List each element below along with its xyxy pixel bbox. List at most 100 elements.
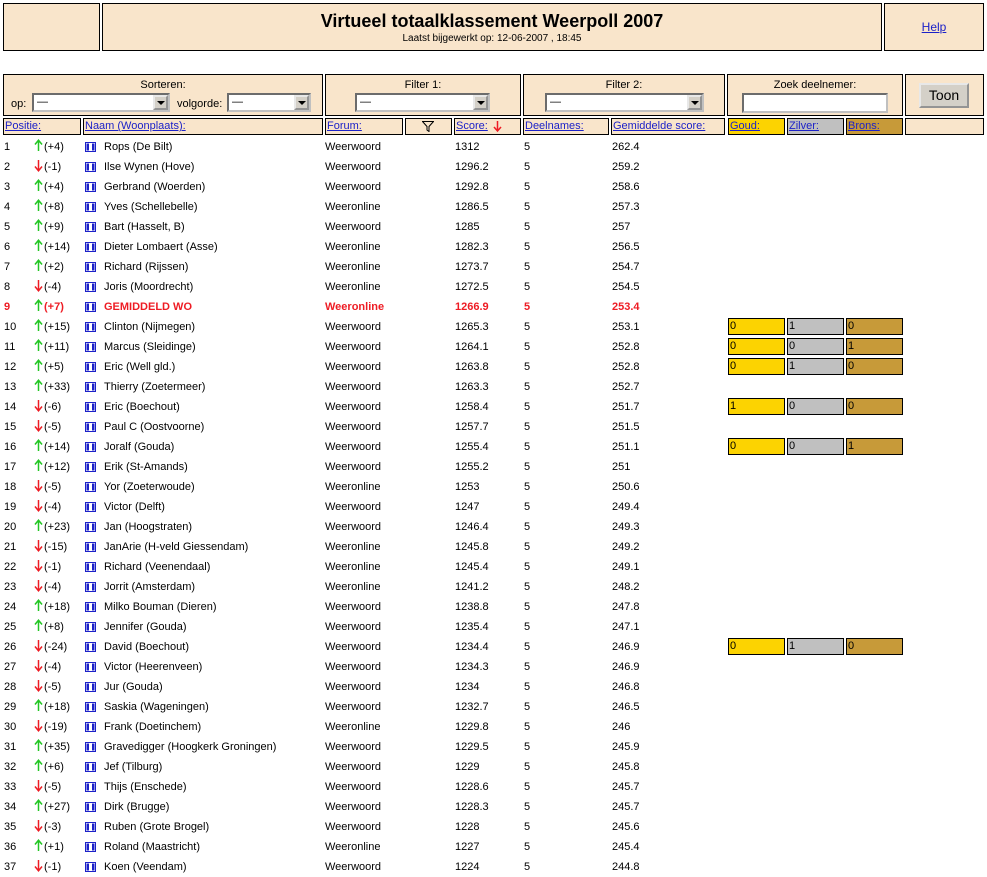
profile-icon[interactable] bbox=[85, 582, 96, 595]
profile-icon[interactable] bbox=[85, 742, 96, 755]
row-name: Richard (Rijssen) bbox=[104, 261, 189, 273]
profile-icon[interactable] bbox=[85, 282, 96, 295]
profile-icon[interactable] bbox=[85, 602, 96, 615]
profile-icon[interactable] bbox=[85, 222, 96, 235]
profile-icon[interactable] bbox=[85, 702, 96, 715]
col-naam-label[interactable]: Naam (Woonplaats): bbox=[85, 120, 186, 132]
profile-icon[interactable] bbox=[85, 862, 96, 875]
row-forum: Weeronline bbox=[325, 281, 381, 293]
profile-icon[interactable] bbox=[85, 562, 96, 575]
profile-icon[interactable] bbox=[85, 822, 96, 835]
profile-icon[interactable] bbox=[85, 242, 96, 255]
sort-field-select[interactable]: — bbox=[32, 93, 170, 112]
col-header-naam[interactable]: Naam (Woonplaats): bbox=[83, 118, 323, 135]
filter2-label: Filter 2: bbox=[605, 79, 643, 91]
col-header-forum[interactable]: Forum: bbox=[325, 118, 403, 135]
profile-icon[interactable] bbox=[85, 202, 96, 215]
profile-icon[interactable] bbox=[85, 482, 96, 495]
filter2-select[interactable]: — bbox=[545, 93, 704, 112]
profile-icon[interactable] bbox=[85, 642, 96, 655]
col-gemiddelde-label[interactable]: Gemiddelde score: bbox=[613, 120, 705, 132]
col-positie-label[interactable]: Positie: bbox=[5, 120, 41, 132]
row-name: Yves (Schellebelle) bbox=[104, 201, 198, 213]
profile-icon[interactable] bbox=[85, 422, 96, 435]
sort-order-label: volgorde: bbox=[177, 98, 223, 110]
row-name: Rops (De Bilt) bbox=[104, 141, 173, 153]
row-change: (+1) bbox=[44, 841, 64, 853]
row-score: 1273.7 bbox=[455, 261, 489, 273]
row-position: 4 bbox=[4, 201, 11, 213]
filter1-panel: Filter 1: — bbox=[325, 74, 521, 116]
profile-icon[interactable] bbox=[85, 542, 96, 555]
profile-icon[interactable] bbox=[85, 322, 96, 335]
profile-icon[interactable] bbox=[85, 622, 96, 635]
show-button[interactable]: Toon bbox=[919, 83, 969, 108]
profile-icon[interactable] bbox=[85, 182, 96, 195]
profile-icon[interactable] bbox=[85, 682, 96, 695]
filter2-panel: Filter 2: — bbox=[523, 74, 725, 116]
row-gemiddelde: 247.1 bbox=[612, 621, 640, 633]
chevron-down-icon[interactable] bbox=[473, 95, 488, 110]
table-row: 23 (-4) Jorrit (Amsterdam) Weeronline 1241.2… bbox=[0, 577, 987, 597]
profile-icon[interactable] bbox=[85, 162, 96, 175]
row-change: (+14) bbox=[44, 441, 70, 453]
col-header-filter[interactable] bbox=[405, 118, 452, 135]
sort-order-select[interactable]: — bbox=[227, 93, 311, 112]
row-position: 13 bbox=[4, 381, 17, 393]
chevron-down-icon[interactable] bbox=[153, 95, 168, 110]
col-header-score[interactable]: Score: bbox=[454, 118, 521, 135]
row-change: (-5) bbox=[44, 681, 62, 693]
chevron-down-icon[interactable] bbox=[294, 95, 309, 110]
row-score: 1228 bbox=[455, 821, 480, 833]
profile-icon[interactable] bbox=[85, 802, 96, 815]
col-forum-label[interactable]: Forum: bbox=[327, 120, 362, 132]
col-goud-label[interactable]: Goud: bbox=[730, 120, 760, 132]
profile-icon[interactable] bbox=[85, 402, 96, 415]
chevron-down-icon[interactable] bbox=[687, 95, 702, 110]
row-name: Jan (Hoogstraten) bbox=[104, 521, 193, 533]
row-position: 27 bbox=[4, 661, 17, 673]
col-deelnames-label[interactable]: Deelnames: bbox=[525, 120, 584, 132]
row-name: Frank (Doetinchem) bbox=[104, 721, 202, 733]
profile-icon[interactable] bbox=[85, 462, 96, 475]
profile-icon[interactable] bbox=[85, 302, 96, 315]
row-forum: Weerwoord bbox=[325, 801, 382, 813]
col-header-brons[interactable]: Brons: bbox=[846, 118, 903, 135]
col-brons-label[interactable]: Brons: bbox=[848, 120, 880, 132]
row-gemiddelde: 251 bbox=[612, 461, 631, 473]
row-deelnames: 5 bbox=[524, 221, 531, 233]
row-name: Richard (Veenendaal) bbox=[104, 561, 211, 573]
profile-icon[interactable] bbox=[85, 382, 96, 395]
profile-icon[interactable] bbox=[85, 502, 96, 515]
profile-icon[interactable] bbox=[85, 442, 96, 455]
col-header-goud[interactable]: Goud: bbox=[728, 118, 785, 135]
col-header-deelnames[interactable]: Deelnames: bbox=[523, 118, 609, 135]
col-header-positie[interactable]: Positie: bbox=[3, 118, 81, 135]
funnel-icon[interactable] bbox=[422, 121, 434, 132]
help-link[interactable]: Help bbox=[885, 20, 983, 34]
profile-icon[interactable] bbox=[85, 142, 96, 155]
sort-field-value: — bbox=[37, 96, 48, 108]
row-name: Victor (Heerenveen) bbox=[104, 661, 203, 673]
profile-icon[interactable] bbox=[85, 842, 96, 855]
profile-icon[interactable] bbox=[85, 762, 96, 775]
profile-icon[interactable] bbox=[85, 662, 96, 675]
last-updated-text: Laatst bijgewerkt op: 12-06-2007 , 18:45 bbox=[402, 33, 582, 44]
col-zilver-label[interactable]: Zilver: bbox=[789, 120, 819, 132]
profile-icon[interactable] bbox=[85, 342, 96, 355]
table-row: 7 (+2) Richard (Rijssen) Weeronline 1273.7 5 2… bbox=[0, 257, 987, 277]
row-change: (+8) bbox=[44, 201, 64, 213]
row-position: 11 bbox=[4, 341, 16, 353]
profile-icon[interactable] bbox=[85, 522, 96, 535]
col-header-zilver[interactable]: Zilver: bbox=[787, 118, 844, 135]
profile-icon[interactable] bbox=[85, 362, 96, 375]
row-deelnames: 5 bbox=[524, 301, 531, 313]
search-input[interactable] bbox=[742, 93, 888, 113]
gold-count: 0 bbox=[728, 638, 785, 655]
profile-icon[interactable] bbox=[85, 262, 96, 275]
filter1-select[interactable]: — bbox=[355, 93, 490, 112]
col-score-label[interactable]: Score: bbox=[456, 120, 488, 132]
profile-icon[interactable] bbox=[85, 722, 96, 735]
profile-icon[interactable] bbox=[85, 782, 96, 795]
col-header-gemiddelde[interactable]: Gemiddelde score: bbox=[611, 118, 725, 135]
